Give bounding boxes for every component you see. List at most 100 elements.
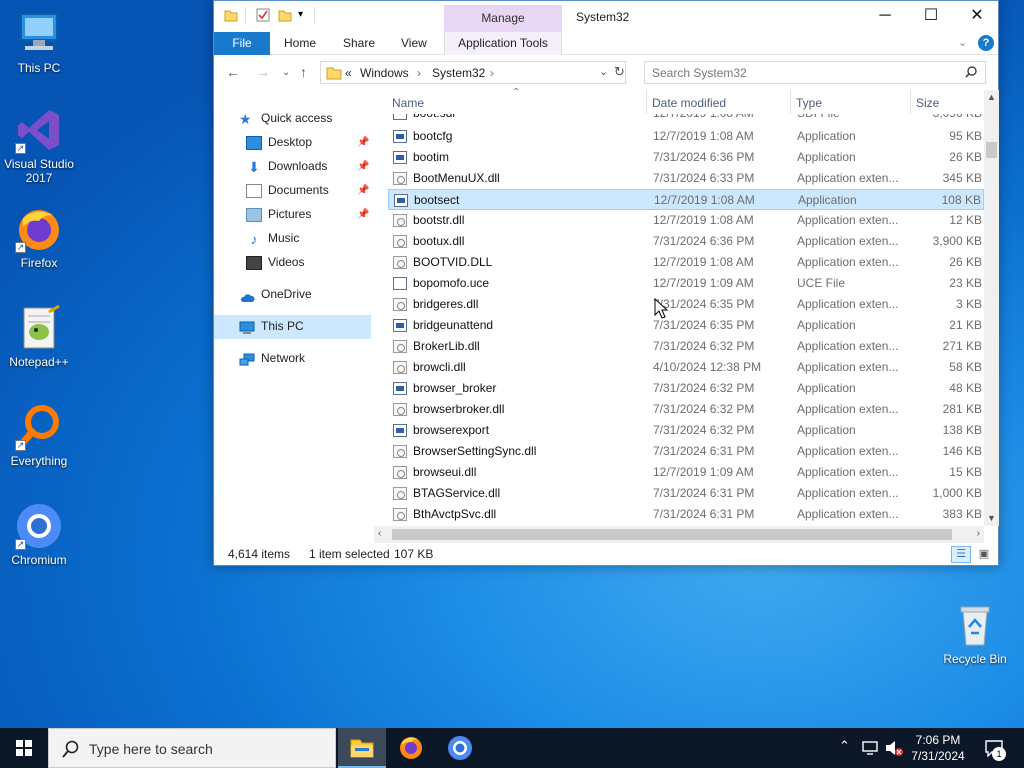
forward-arrow-icon[interactable]: → [256, 64, 270, 80]
refresh-icon[interactable]: ↻ [614, 64, 625, 80]
tab-home[interactable]: Home [272, 32, 328, 55]
desktop-icon-recycle-bin[interactable]: Recycle Bin [937, 601, 1013, 666]
nav-this-pc[interactable]: This PC [239, 315, 304, 337]
scroll-thumb[interactable] [392, 529, 952, 540]
file-row[interactable]: browser_broker 7/31/2024 6:32 PM Applicati… [388, 378, 984, 399]
desktop-icon-chromium[interactable]: ↗ Chromium [1, 502, 77, 567]
column-name[interactable]: Name [392, 96, 424, 110]
pin-icon[interactable]: 📌 [357, 185, 369, 196]
file-row[interactable]: bridgeunattend 7/31/2024 6:35 PM Applicati… [388, 315, 984, 336]
large-icons-view-icon[interactable]: ▣ [975, 546, 993, 563]
taskbar-clock[interactable]: 7:06 PM 7/31/2024 [904, 732, 972, 764]
horizontal-scrollbar[interactable]: ‹ › [374, 526, 984, 543]
volume-muted-icon[interactable] [884, 739, 904, 757]
action-center-button[interactable]: 1 [978, 728, 1024, 768]
breadcrumb-separator[interactable]: › [490, 66, 494, 80]
file-row[interactable]: bopomofo.uce 12/7/2019 1:09 AM UCE File 23 … [388, 273, 984, 294]
column-type[interactable]: Type [796, 96, 822, 110]
recent-locations-icon[interactable]: ⌄ [282, 67, 290, 78]
nav-onedrive[interactable]: OneDrive [239, 283, 312, 305]
file-row[interactable]: BTAGService.dll 7/31/2024 6:31 PM Applicat… [388, 483, 984, 504]
breadcrumb-windows[interactable]: Windows [360, 66, 409, 80]
file-row[interactable]: bootcfg 12/7/2019 1:08 AM Application 95 KB [388, 126, 984, 147]
nav-quick-access[interactable]: ★ Quick access [239, 107, 332, 129]
taskbar-search-box[interactable]: Type here to search [48, 728, 336, 768]
search-box[interactable]: Search System32 [644, 61, 986, 84]
file-row[interactable]: BthAvctpSvc.dll 7/31/2024 6:31 PM Applicat… [388, 504, 984, 525]
taskbar-search-input[interactable]: Type here to search [89, 741, 213, 757]
properties-icon[interactable] [256, 8, 270, 22]
column-date-modified[interactable]: Date modified [652, 96, 726, 110]
file-row[interactable]: browserbroker.dll 7/31/2024 6:32 PM Applic… [388, 399, 984, 420]
file-row[interactable]: boot.sdi 12/7/2019 1:08 AM SDI File 3,096 K… [388, 114, 984, 124]
file-row[interactable]: bootux.dll 7/31/2024 6:36 PM Application e… [388, 231, 984, 252]
search-icon[interactable] [965, 66, 977, 81]
nav-music[interactable]: ♪ Music [246, 227, 300, 249]
taskbar-file-explorer[interactable] [338, 728, 386, 768]
file-row[interactable]: browseui.dll 12/7/2019 1:09 AM Application… [388, 462, 984, 483]
scroll-right-icon[interactable]: › [977, 528, 980, 539]
pin-icon[interactable]: 📌 [357, 137, 369, 148]
file-row[interactable]: bootim 7/31/2024 6:36 PM Application 26 KB [388, 147, 984, 168]
up-arrow-icon[interactable]: ↑ [300, 64, 307, 80]
desktop-icon-this-pc[interactable]: This PC [1, 10, 77, 75]
vertical-scrollbar[interactable]: ▲ ▼ [984, 90, 999, 526]
file-name: BthAvctpSvc.dll [413, 507, 497, 521]
file-row[interactable]: BrowserSettingSync.dll 7/31/2024 6:31 PM A… [388, 441, 984, 462]
scroll-thumb[interactable] [986, 142, 997, 158]
search-input[interactable]: Search System32 [652, 66, 747, 80]
file-row[interactable]: BOOTVID.DLL 12/7/2019 1:08 AM Application … [388, 252, 984, 273]
new-folder-icon[interactable] [278, 8, 292, 22]
column-separator[interactable] [910, 90, 911, 114]
network-status-icon[interactable] [862, 740, 880, 756]
details-view-icon[interactable]: ☰ [951, 546, 971, 563]
start-button[interactable] [0, 728, 48, 768]
desktop-icon-firefox[interactable]: ↗ Firefox [1, 205, 77, 270]
address-dropdown-icon[interactable]: ⌄ [599, 65, 608, 78]
nav-desktop[interactable]: Desktop [246, 131, 312, 153]
desktop-icon-everything[interactable]: ↗ Everything [1, 403, 77, 468]
scroll-up-icon[interactable]: ▲ [987, 92, 996, 102]
scroll-left-icon[interactable]: ‹ [378, 528, 381, 539]
file-row[interactable]: BrokerLib.dll 7/31/2024 6:32 PM Applicatio… [388, 336, 984, 357]
breadcrumb-system32[interactable]: System32 [432, 66, 485, 80]
tab-share[interactable]: Share [331, 32, 387, 55]
file-row[interactable]: browcli.dll 4/10/2024 12:38 PM Application… [388, 357, 984, 378]
scroll-down-icon[interactable]: ▼ [987, 513, 996, 523]
desktop-icon-visual-studio[interactable]: ↗ Visual Studio 2017 [1, 106, 77, 185]
customize-qat-icon[interactable]: ▾ [298, 9, 312, 23]
column-separator[interactable] [646, 90, 647, 114]
file-row[interactable]: bridgeres.dll 7/31/2024 6:35 PM Applicatio… [388, 294, 984, 315]
address-overflow[interactable]: « [345, 66, 352, 80]
title-bar[interactable]: ▾ Manage System32 ─ ☐ ✕ [214, 1, 998, 32]
back-arrow-icon[interactable]: ← [226, 64, 240, 80]
tab-application-tools[interactable]: Application Tools [444, 32, 562, 55]
tab-file[interactable]: File [214, 32, 270, 55]
file-row[interactable]: bootstr.dll 12/7/2019 1:08 AM Application … [388, 210, 984, 231]
maximize-button[interactable]: ☐ [908, 1, 954, 31]
manage-tab-header[interactable]: Manage [444, 5, 562, 32]
address-field[interactable]: « Windows › System32 › ⌄ ↻ [320, 61, 626, 84]
show-hidden-icons-icon[interactable]: ⌃ [839, 738, 850, 754]
taskbar-firefox[interactable] [387, 728, 435, 768]
pin-icon[interactable]: 📌 [357, 209, 369, 220]
nav-downloads[interactable]: ⬇ Downloads [246, 155, 327, 177]
taskbar-chromium[interactable] [436, 728, 484, 768]
tab-view[interactable]: View [389, 32, 439, 55]
expand-ribbon-icon[interactable]: ⌄ [958, 36, 967, 49]
nav-pictures[interactable]: Pictures [246, 203, 311, 225]
help-icon[interactable]: ? [978, 35, 994, 51]
file-row[interactable]: BootMenuUX.dll 7/31/2024 6:33 PM Applicati… [388, 168, 984, 189]
nav-documents[interactable]: Documents [246, 179, 329, 201]
desktop-icon-notepadpp[interactable]: Notepad++ [1, 304, 77, 369]
column-separator[interactable] [790, 90, 791, 114]
breadcrumb-separator[interactable]: › [417, 66, 421, 80]
file-row-selected[interactable]: bootsect 12/7/2019 1:08 AM Application 108 … [388, 189, 984, 210]
file-row[interactable]: browserexport 7/31/2024 6:32 PM Applicatio… [388, 420, 984, 441]
nav-videos[interactable]: Videos [246, 251, 304, 273]
close-button[interactable]: ✕ [954, 1, 1000, 31]
minimize-button[interactable]: ─ [862, 1, 908, 31]
column-size[interactable]: Size [916, 96, 939, 110]
nav-network[interactable]: Network [239, 347, 305, 369]
pin-icon[interactable]: 📌 [357, 161, 369, 172]
